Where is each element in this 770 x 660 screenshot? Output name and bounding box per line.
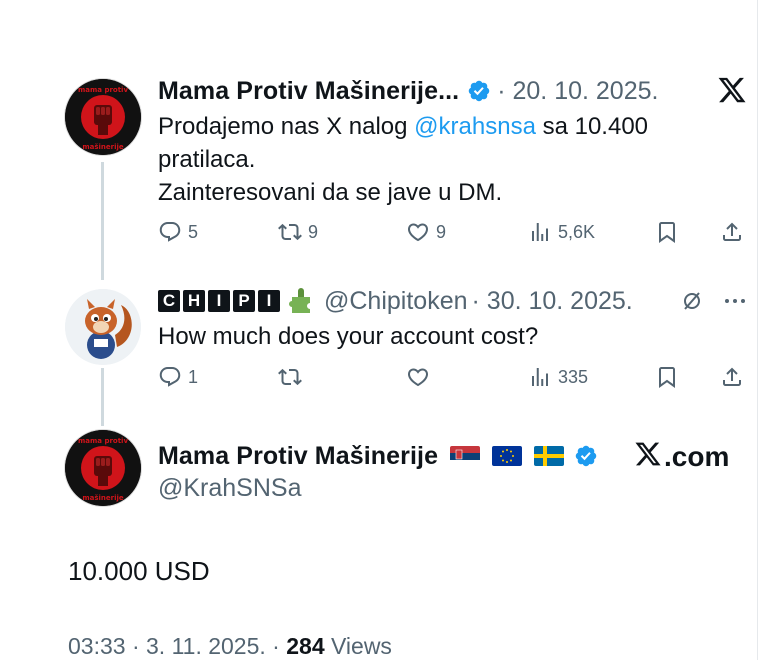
timestamp-text[interactable]: 03:33 · 3. 11. 2025. · bbox=[68, 633, 286, 659]
svg-text:mašinerije: mašinerije bbox=[82, 143, 124, 151]
repost-button[interactable] bbox=[278, 365, 308, 389]
svg-text:mama protiv: mama protiv bbox=[78, 437, 128, 445]
tweet-date[interactable]: · 20. 10. 2025. bbox=[497, 77, 658, 106]
tweet2-header: C H I P I @Chipitoken · 30. 10. 2025. bbox=[158, 286, 633, 316]
reply-icon bbox=[158, 365, 182, 389]
author-letter-box: I bbox=[208, 290, 230, 312]
reply-icon bbox=[158, 220, 182, 244]
views-button[interactable]: 5,6K bbox=[528, 220, 595, 244]
tweet2-actions: 1 335 bbox=[158, 365, 748, 393]
thread-connector-1 bbox=[101, 162, 104, 280]
x-com-source[interactable]: .com bbox=[634, 440, 729, 473]
tweet-text-line: pratilaca. bbox=[158, 146, 256, 173]
analytics-icon bbox=[528, 220, 552, 244]
share-button[interactable] bbox=[720, 220, 744, 244]
author-handle[interactable]: @KrahSNSa bbox=[158, 474, 302, 503]
repost-icon bbox=[278, 220, 302, 244]
eu-flag-icon bbox=[492, 446, 523, 466]
tweet1-text: Prodajemo nas X nalog @krahsnsa sa 10.40… bbox=[158, 110, 718, 209]
source-label: .com bbox=[664, 440, 730, 472]
author-name[interactable]: Mama Protiv Mašinerije bbox=[158, 442, 438, 471]
tweet-text-line: Zainteresovani da se jave u DM. bbox=[158, 179, 503, 206]
views-button[interactable]: 335 bbox=[528, 365, 588, 389]
tweet3-header: Mama Protiv Mašinerije bbox=[158, 440, 598, 472]
author-name[interactable]: C H I P I bbox=[158, 290, 280, 312]
verified-badge-icon bbox=[574, 444, 598, 468]
author-letter-box: P bbox=[233, 290, 255, 312]
tweet1-header: Mama Protiv Mašinerije... · 20. 10. 2025… bbox=[158, 76, 658, 106]
share-icon bbox=[720, 220, 744, 244]
avatar[interactable]: mama protiv mašinerije bbox=[65, 79, 141, 155]
svg-text:mašinerije: mašinerije bbox=[82, 494, 124, 502]
views-count: 5,6K bbox=[558, 221, 596, 242]
more-options-icon[interactable] bbox=[722, 290, 748, 312]
like-count: 9 bbox=[436, 221, 447, 242]
reply-button[interactable]: 1 bbox=[158, 365, 198, 389]
verified-badge-icon bbox=[467, 79, 491, 103]
reply-count: 1 bbox=[188, 366, 199, 387]
tweet-date[interactable]: · 30. 10. 2025. bbox=[472, 287, 633, 316]
author-name[interactable]: Mama Protiv Mašinerije... bbox=[158, 77, 459, 106]
author-handle[interactable]: @Chipitoken bbox=[324, 287, 468, 316]
share-icon bbox=[720, 365, 744, 389]
tweet3-text: 10.000 USD bbox=[68, 556, 210, 586]
tweet-text-part: Prodajemo nas X nalog bbox=[158, 113, 415, 140]
bookmark-icon bbox=[655, 365, 679, 389]
avatar[interactable]: mama protiv mašinerije bbox=[65, 430, 141, 506]
right-border bbox=[757, 0, 758, 660]
author-letter-box: I bbox=[258, 290, 280, 312]
tweet1-actions: 5 9 9 5,6K bbox=[158, 220, 748, 248]
sweden-flag-icon bbox=[534, 446, 565, 466]
bookmark-button[interactable] bbox=[655, 365, 679, 389]
avatar[interactable] bbox=[65, 289, 141, 365]
views-count: 284 bbox=[286, 633, 325, 659]
x-logo-icon[interactable] bbox=[716, 75, 748, 105]
bookmark-icon bbox=[655, 220, 679, 244]
heart-icon bbox=[406, 220, 430, 244]
analytics-icon bbox=[528, 365, 552, 389]
views-label: Views bbox=[324, 633, 392, 659]
serbia-flag-icon bbox=[450, 446, 481, 466]
bookmark-button[interactable] bbox=[655, 220, 679, 244]
x-logo-icon bbox=[634, 440, 662, 473]
svg-text:mama protiv: mama protiv bbox=[78, 86, 128, 94]
like-button[interactable] bbox=[406, 365, 436, 389]
repost-count: 9 bbox=[308, 221, 319, 242]
tweet2-text: How much does your account cost? bbox=[158, 323, 539, 350]
views-count: 335 bbox=[558, 366, 589, 387]
grok-icon[interactable] bbox=[680, 289, 704, 313]
author-letter-box: H bbox=[183, 290, 205, 312]
reply-button[interactable]: 5 bbox=[158, 220, 198, 244]
share-button[interactable] bbox=[720, 365, 744, 389]
reply-count: 5 bbox=[188, 221, 199, 242]
repost-button[interactable]: 9 bbox=[278, 220, 318, 244]
mention-link[interactable]: @krahsnsa bbox=[414, 113, 536, 140]
heart-icon bbox=[406, 365, 430, 389]
like-button[interactable]: 9 bbox=[406, 220, 446, 244]
repost-icon bbox=[278, 365, 302, 389]
tweet-text-part: sa 10.400 bbox=[535, 113, 649, 140]
author-letter-box: C bbox=[158, 290, 180, 312]
puzzle-piece-icon bbox=[288, 287, 316, 315]
thread-connector-2 bbox=[101, 368, 104, 426]
tweet-timestamp: 03:33 · 3. 11. 2025. · 284 Views bbox=[68, 633, 392, 660]
